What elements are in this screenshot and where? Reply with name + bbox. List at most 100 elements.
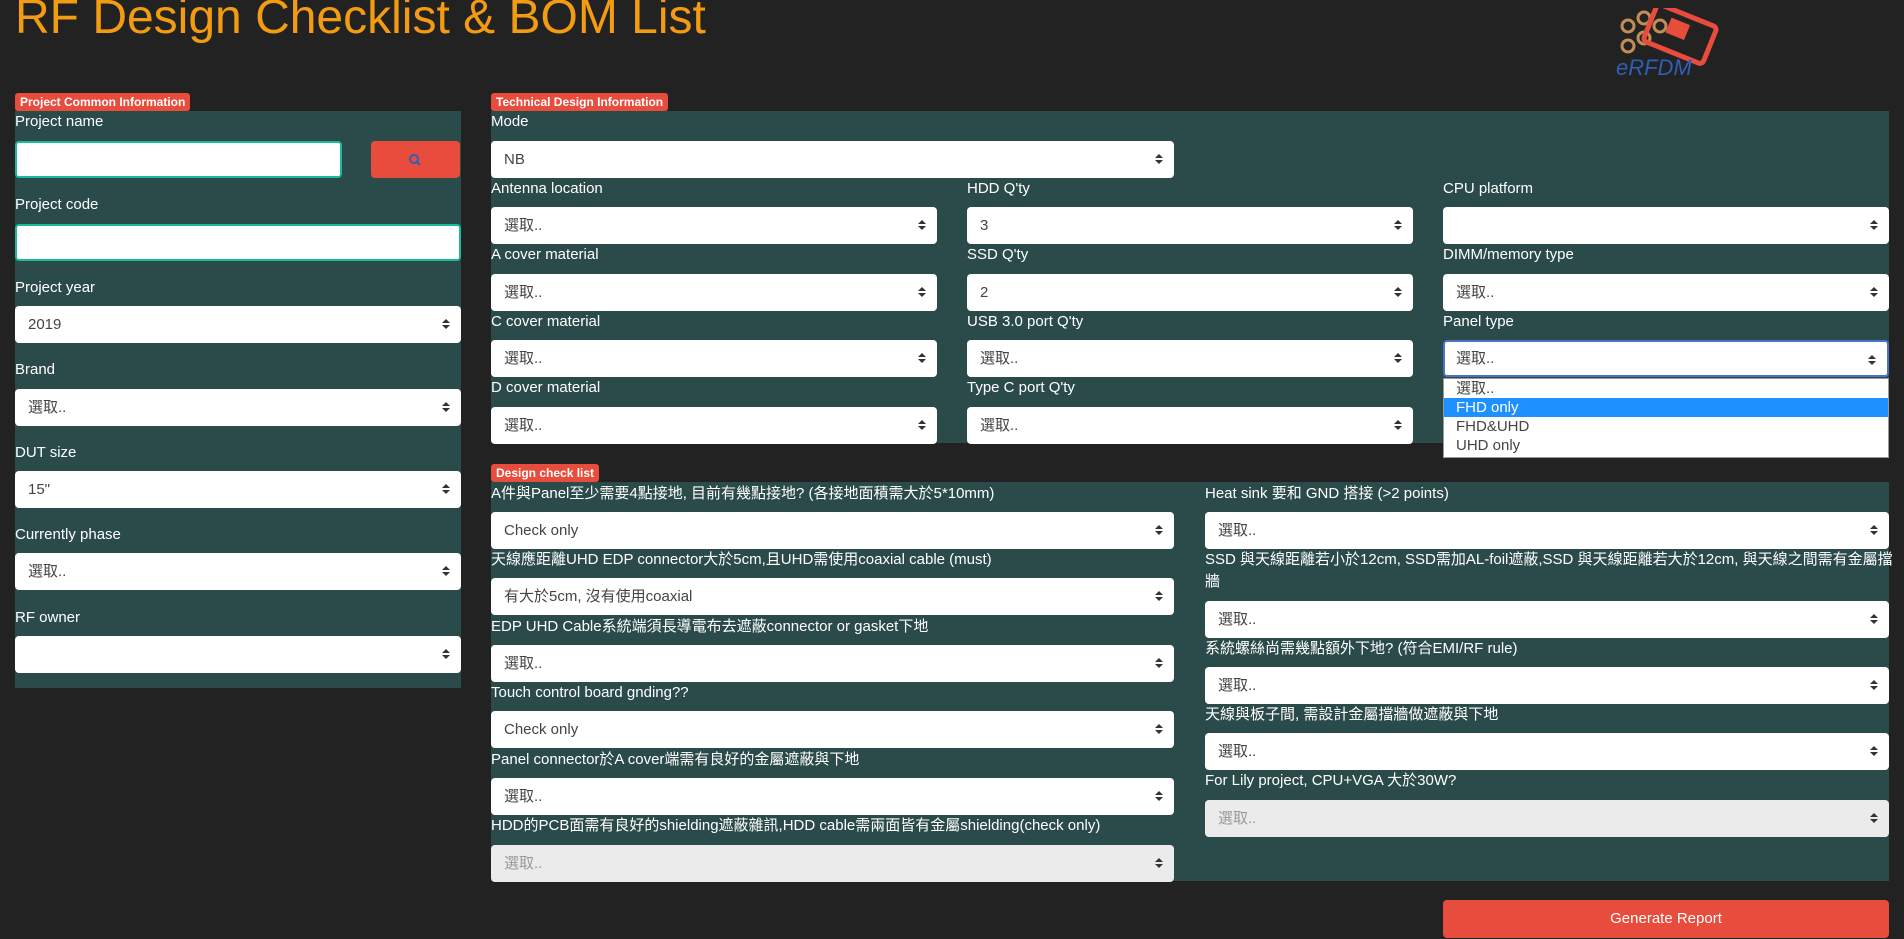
select-arrow-icon [918,287,926,297]
rf-owner-label: RF owner [15,609,81,626]
checklist-left-select-2[interactable]: 有大於5cm, 沒有使用coaxial [491,578,1174,615]
select-arrow-icon [1870,525,1878,535]
checklist-left-select-4[interactable]: Check only [491,711,1174,748]
select-arrow-icon [442,319,450,329]
checklist-right-select-2[interactable]: 選取.. [1205,601,1889,638]
select-arrow-icon [918,353,926,363]
select-arrow-icon [1155,791,1163,801]
phase-select[interactable]: 選取.. [15,553,461,590]
select-arrow-icon [1155,525,1163,535]
panel-type-option-highlighted[interactable]: FHD only [1444,398,1888,417]
c-cover-select[interactable]: 選取.. [491,340,937,377]
page-title: RF Design Checklist & BOM List [15,0,706,44]
antenna-location-label: Antenna location [491,180,603,197]
select-arrow-icon [1870,813,1878,823]
d-cover-select[interactable]: 選取.. [491,407,937,444]
rf-owner-select[interactable] [15,636,461,673]
panel-type-option[interactable]: UHD only [1444,436,1888,455]
type-c-qty-select[interactable]: 選取.. [967,407,1413,444]
project-code-label: Project code [15,196,99,213]
a-cover-select[interactable]: 選取.. [491,274,937,311]
c-cover-label: C cover material [491,313,601,330]
project-year-label: Project year [15,279,96,296]
checklist-right-select-3[interactable]: 選取.. [1205,667,1889,704]
select-arrow-icon [1155,724,1163,734]
mode-select[interactable]: NB [491,141,1174,178]
brand-label: Brand [15,361,56,378]
panel-type-dropdown: 選取.. FHD only FHD&UHD UHD only [1443,378,1889,458]
checklist-left-label-5: Panel connector於A cover端需有良好的金屬遮蔽與下地 [491,751,860,768]
select-arrow-icon [442,402,450,412]
phase-label: Currently phase [15,526,121,543]
checklist-left-label-3: EDP UHD Cable系統端須長導電布去遮蔽connector or gas… [491,618,929,635]
antenna-location-select[interactable]: 選取.. [491,207,937,244]
cpu-platform-label: CPU platform [1443,180,1534,197]
dut-size-label: DUT size [15,444,77,461]
select-arrow-icon [1155,154,1163,164]
checklist-left-label-4: Touch control board gnding?? [491,684,689,701]
search-icon [409,154,421,166]
select-arrow-icon [918,220,926,230]
checklist-left-label-6: HDD的PCB面需有良好的shielding遮蔽雜訊,HDD cable需兩面皆… [491,817,1101,834]
checklist-left-select-1[interactable]: Check only [491,512,1174,549]
select-arrow-icon [1870,220,1878,230]
select-arrow-icon [442,484,450,494]
checklist-right-label-2-cont: 牆 [1205,573,1221,590]
checklist-right-label-2: SSD 與天線距離若小於12cm, SSD需加AL-foil遮蔽,SSD 與天線… [1205,551,1893,568]
ssd-qty-select[interactable]: 2 [967,274,1413,311]
checklist-right-label-5: For Lily project, CPU+VGA 大於30W? [1205,772,1457,789]
brand-select[interactable]: 選取.. [15,389,461,426]
checklist-left-select-3[interactable]: 選取.. [491,645,1174,682]
dut-size-select[interactable]: 15" [15,471,461,508]
checklist-right-label-3: 系統螺絲尚需幾點額外下地? (符合EMI/RF rule) [1205,640,1518,657]
dimm-label: DIMM/memory type [1443,246,1574,263]
select-arrow-icon [442,649,450,659]
checklist-right-select-5[interactable]: 選取.. [1205,800,1889,837]
generate-report-button[interactable]: Generate Report [1443,900,1889,938]
mode-label: Mode [491,113,529,130]
checklist-right-select-1[interactable]: 選取.. [1205,512,1889,549]
checklist-right-label-1: Heat sink 要和 GND 搭接 (>2 points) [1205,485,1449,502]
select-arrow-icon [1155,858,1163,868]
project-name-input[interactable] [15,141,342,178]
project-year-select[interactable]: 2019 [15,306,461,343]
ssd-qty-label: SSD Q'ty [967,246,1029,263]
select-arrow-icon [1394,220,1402,230]
search-button[interactable] [371,141,460,178]
project-code-input[interactable] [15,224,461,261]
checklist-left-select-5[interactable]: 選取.. [491,778,1174,815]
select-arrow-icon [1155,658,1163,668]
select-arrow-icon [1870,680,1878,690]
checklist-left-label-1: A件與Panel至少需要4點接地, 目前有幾點接地? (各接地面積需大於5*10… [491,485,995,502]
checklist-right-select-4[interactable]: 選取.. [1205,733,1889,770]
cpu-platform-select[interactable] [1443,207,1889,244]
panel-type-select[interactable]: 選取.. [1443,340,1889,377]
select-arrow-icon [1868,355,1876,365]
select-arrow-icon [1870,614,1878,624]
select-arrow-icon [1394,287,1402,297]
select-arrow-icon [1870,746,1878,756]
panel-type-option[interactable]: FHD&UHD [1444,417,1888,436]
dimm-select[interactable]: 選取.. [1443,274,1889,311]
usb3-qty-label: USB 3.0 port Q'ty [967,313,1084,330]
select-arrow-icon [1155,591,1163,601]
usb3-qty-select[interactable]: 選取.. [967,340,1413,377]
panel-type-option[interactable]: 選取.. [1444,379,1888,398]
select-arrow-icon [1394,353,1402,363]
panel-type-label: Panel type [1443,313,1514,330]
erfdm-logo: eRFDM [1608,2,1748,80]
logo-text: eRFDM [1616,55,1692,78]
a-cover-label: A cover material [491,246,599,263]
technical-info-tag: Technical Design Information [491,93,669,111]
select-arrow-icon [1870,287,1878,297]
common-info-tag: Project Common Information [15,93,191,111]
project-name-label: Project name [15,113,104,130]
select-arrow-icon [918,420,926,430]
d-cover-label: D cover material [491,379,601,396]
type-c-qty-label: Type C port Q'ty [967,379,1075,396]
select-arrow-icon [442,566,450,576]
checklist-right-label-4: 天線與板子間, 需設計金屬擋牆做遮蔽與下地 [1205,706,1499,723]
hdd-qty-select[interactable]: 3 [967,207,1413,244]
checklist-left-select-6[interactable]: 選取.. [491,845,1174,882]
checklist-tag: Design check list [491,464,600,482]
